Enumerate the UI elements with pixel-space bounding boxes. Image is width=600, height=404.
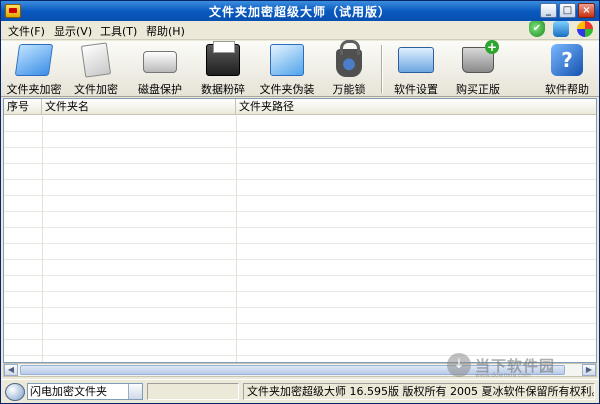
disk-protect-icon [143,51,177,73]
encrypt-mode-select[interactable]: 闪电加密文件夹 [27,383,143,400]
folder-encrypt-icon [14,44,54,76]
minimize-button[interactable]: _ [540,3,557,18]
shredder-button[interactable]: 数据粉碎 [193,41,253,97]
maximize-button[interactable]: □ [559,3,576,18]
disk-protect-button[interactable]: 磁盘保护 [129,41,191,97]
settings-label: 软件设置 [394,83,438,96]
column-divider [236,116,237,362]
list-header: 序号 文件夹名 文件夹路径 [4,99,596,115]
close-button[interactable]: × [578,3,595,18]
status-bar: 闪电加密文件夹 文件夹加密超级大师 16.595版 版权所有 2005 夏冰软件… [1,379,599,403]
folder-disguise-label: 文件夹伪装 [259,83,315,96]
folder-encrypt-button[interactable]: 文件夹加密 [3,41,65,97]
window-title: 文件夹加密超级大师（试用版） [208,5,391,19]
help-button[interactable]: ? 软件帮助 [537,41,597,97]
file-encrypt-label: 文件加密 [74,83,118,96]
download-icon: ↓ [447,353,471,377]
shredder-icon [206,41,240,76]
shredder-label: 数据粉碎 [201,83,245,96]
list-body[interactable] [4,116,596,362]
scroll-left-arrow[interactable]: ◀ [4,364,18,376]
menu-file[interactable]: 文件(F) [5,23,48,39]
menu-tools[interactable]: 工具(T) [97,23,140,39]
menu-view[interactable]: 显示(V) [51,23,95,39]
shield-check-icon[interactable] [529,21,545,37]
universal-lock-label: 万能锁 [332,83,366,96]
help-label: 软件帮助 [545,83,589,96]
menu-help[interactable]: 帮助(H) [143,23,188,39]
folder-disguise-icon [270,44,304,76]
title-bar[interactable]: 文件夹加密超级大师（试用版） _ □ × [1,1,599,21]
menu-right-icons [529,21,593,37]
folder-disguise-button[interactable]: 文件夹伪装 [255,41,319,97]
copyright-text: 文件夹加密超级大师 16.595版 版权所有 2005 夏冰软件保留所有权利。 [243,383,595,400]
select-dropdown-button[interactable] [128,384,142,399]
settings-icon [398,47,434,73]
file-encrypt-icon [80,42,112,78]
folder-encrypt-label: 文件夹加密 [6,83,62,96]
toolbar-separator [381,45,383,93]
disk-protect-label: 磁盘保护 [138,83,182,96]
column-divider [42,116,43,362]
encrypt-mode-value: 闪电加密文件夹 [30,385,107,398]
help-icon: ? [551,44,583,76]
buy-button[interactable]: 购买正版 [449,40,507,97]
users-icon [5,383,25,401]
clover-icon[interactable] [577,21,593,37]
toolbar: 文件夹加密 文件加密 磁盘保护 数据粉碎 文件夹伪装 万能锁 软件设置 + 购买… [1,40,599,97]
cart-icon [462,40,499,73]
file-encrypt-button[interactable]: 文件加密 [67,41,125,97]
column-index[interactable]: 序号 [4,99,42,115]
status-panel-empty [147,383,239,400]
buy-label: 购买正版 [456,83,500,96]
phone-icon[interactable] [553,21,569,37]
lock-icon [336,40,362,77]
universal-lock-button[interactable]: 万能锁 [321,40,377,97]
app-window: 文件夹加密超级大师（试用版） _ □ × 文件(F) 显示(V) 工具(T) 帮… [0,0,600,404]
folder-list[interactable]: 序号 文件夹名 文件夹路径 [3,98,597,363]
menu-bar: 文件(F) 显示(V) 工具(T) 帮助(H) [1,21,599,40]
settings-button[interactable]: 软件设置 [387,41,445,97]
watermark: ↓ 当下软件园 www.downxia.com [447,353,587,379]
watermark-sub: www.downxia.com [475,372,531,379]
column-folder-name[interactable]: 文件夹名 [42,99,236,115]
window-controls: _ □ × [540,3,595,18]
column-folder-path[interactable]: 文件夹路径 [236,99,596,115]
